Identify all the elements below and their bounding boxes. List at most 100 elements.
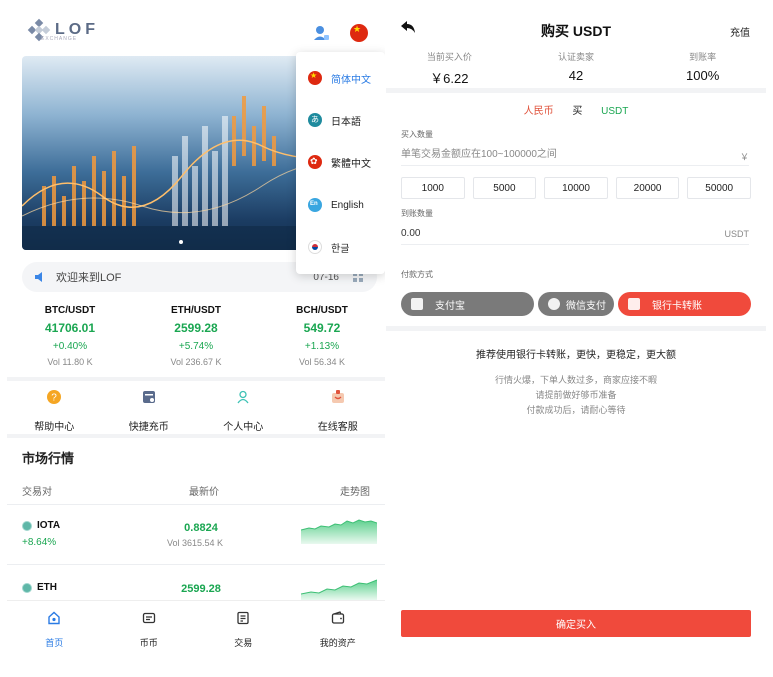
language-label: English	[331, 199, 364, 211]
quick-label: 帮助中心	[34, 422, 75, 433]
pay-bank-button[interactable]: 银行卡转账	[618, 292, 751, 316]
page-title: 购买 USDT	[541, 23, 611, 39]
coin-name: ETH	[37, 582, 57, 593]
divider	[7, 377, 385, 381]
language-option-ko[interactable]: 한글	[308, 239, 349, 255]
china-flag-icon: ★	[308, 71, 322, 85]
stat-value: 42	[568, 68, 584, 83]
stat-value: 100%	[686, 68, 720, 83]
coin-volume: Vol 3615.54 K	[167, 538, 224, 548]
language-option-en[interactable]: En English	[308, 197, 364, 213]
language-label: 日本語	[331, 116, 361, 128]
language-option-ja[interactable]: あ 日本語	[308, 112, 361, 128]
ticker-volume: Vol 236.67 K	[170, 357, 222, 367]
tab-label: 首页	[45, 638, 64, 648]
amount-preset-button[interactable]: 20000	[615, 177, 680, 199]
quick-user-center[interactable]: 个人中心	[196, 382, 291, 433]
home-icon	[48, 611, 60, 625]
trend-sparkline	[301, 579, 377, 600]
ticker-eth[interactable]: ETH/USDT 2599.28 +5.74% Vol 236.67 K	[133, 298, 259, 374]
language-label: 简体中文	[331, 74, 371, 86]
pay-wechat-button[interactable]: 微信支付	[538, 292, 614, 316]
hongkong-flag-icon: ✿	[308, 155, 322, 169]
home-header: LOF EXCHANGE	[7, 0, 385, 56]
coin-icon	[22, 520, 32, 531]
market-row[interactable]: IOTA +8.64% 0.8824 Vol 3615.54 K	[7, 518, 385, 578]
pair-action: 买	[572, 106, 583, 117]
coin-change: +8.64%	[22, 537, 57, 548]
buy-screen: 购买 USDT 充值 当前买入价 ￥6.22 认证卖家 42 到账率 100% …	[386, 0, 766, 652]
trend-sparkline	[301, 519, 377, 544]
receive-amount-label: 到账数量	[401, 209, 433, 218]
receive-amount-field[interactable]	[401, 223, 749, 245]
amount-preset-button[interactable]: 10000	[544, 177, 608, 199]
ticker-change: +0.40%	[52, 341, 88, 352]
ticker-change: +1.13%	[304, 341, 340, 352]
divider	[7, 504, 385, 505]
language-label: 繁體中文	[331, 158, 371, 170]
pay-alipay-button[interactable]: 支付宝	[401, 292, 534, 316]
divider	[386, 88, 766, 93]
pay-label: 支付宝	[435, 300, 465, 312]
pay-label: 微信支付	[566, 300, 606, 312]
tab-assets[interactable]: 我的资产	[291, 601, 386, 652]
tab-trade[interactable]: 交易	[196, 601, 291, 652]
coin-icon	[22, 582, 32, 593]
payment-methods: 支付宝 微信支付 银行卡转账	[401, 292, 751, 316]
tab-home[interactable]: 首页	[7, 601, 102, 652]
divider	[7, 434, 385, 438]
korea-flag-icon	[308, 240, 322, 254]
trade-pair: 人民币 买 USDT	[386, 102, 766, 117]
deposit-icon	[142, 391, 155, 403]
stat-rate: 到账率 100%	[639, 50, 766, 88]
stat-sellers: 认证卖家 42	[513, 50, 640, 88]
buy-amount-input[interactable]	[401, 144, 749, 166]
quick-help[interactable]: ? 帮助中心	[7, 382, 102, 433]
recommend-line: 请提前做好够币准备	[535, 390, 617, 400]
confirm-buy-button[interactable]: 确定买入	[401, 610, 751, 637]
bank-card-icon	[628, 298, 640, 310]
language-option-zh-cn[interactable]: ★ 简体中文	[308, 70, 371, 86]
language-label: 한글	[331, 243, 350, 255]
ticker-bch[interactable]: BCH/USDT 549.72 +1.13% Vol 56.34 K	[259, 298, 385, 374]
logo-subtext: EXCHANGE	[41, 36, 78, 42]
recharge-link[interactable]: 充值	[730, 24, 750, 39]
ticker-pair: ETH/USDT	[171, 305, 221, 316]
buy-stats: 当前买入价 ￥6.22 认证卖家 42 到账率 100%	[386, 50, 766, 88]
ticker-price: 549.72	[303, 321, 341, 335]
bottom-tab-bar: 首页 币币 交易 我的资产	[7, 600, 385, 652]
receive-suffix: USDT	[724, 229, 750, 239]
market-title: 市场行情	[22, 451, 75, 466]
amount-preset-button[interactable]: 50000	[687, 177, 751, 199]
recommend-line: 付款成功后，请耐心等待	[526, 405, 626, 415]
ticker-volume: Vol 56.34 K	[298, 357, 346, 367]
user-icon	[237, 390, 249, 404]
pay-label: 银行卡转账	[652, 300, 702, 312]
quick-deposit[interactable]: 快捷充币	[102, 382, 197, 433]
coin-icon	[142, 612, 155, 624]
quick-label: 在线客服	[317, 422, 358, 433]
quick-service[interactable]: 在线客服	[291, 382, 386, 433]
profile-icon[interactable]	[312, 24, 330, 42]
language-dropdown: ★ 简体中文 あ 日本語 ✿ 繁體中文 En English 한글	[296, 52, 385, 274]
currency-suffix: ￥	[739, 152, 749, 162]
stat-key: 认证卖家	[558, 52, 595, 62]
language-flag-button[interactable]	[350, 24, 368, 42]
buy-header: 购买 USDT 充值	[386, 0, 766, 40]
buy-amount-label: 买入数量	[401, 130, 433, 139]
pair-to: USDT	[601, 106, 629, 117]
tab-coin[interactable]: 币币	[102, 601, 197, 652]
quick-actions: ? 帮助中心 快捷充币 个人中心 在线客服	[7, 382, 386, 433]
coin-price: 2599.28	[181, 583, 221, 595]
tab-label: 我的资产	[319, 638, 356, 648]
stat-price: 当前买入价 ￥6.22	[386, 50, 513, 88]
amount-preset-button[interactable]: 5000	[472, 177, 537, 199]
amount-preset-button[interactable]: 1000	[401, 177, 465, 199]
service-icon	[331, 390, 344, 403]
ticker-btc[interactable]: BTC/USDT 41706.01 +0.40% Vol 11.80 K	[7, 298, 133, 374]
ticker-volume: Vol 11.80 K	[47, 357, 93, 367]
coin: ETH	[22, 582, 57, 593]
english-icon: En	[308, 198, 322, 212]
language-option-zh-tw[interactable]: ✿ 繁體中文	[308, 154, 371, 170]
recommend-title: 推荐使用银行卡转账，更快，更稳定，更大额	[476, 350, 676, 361]
